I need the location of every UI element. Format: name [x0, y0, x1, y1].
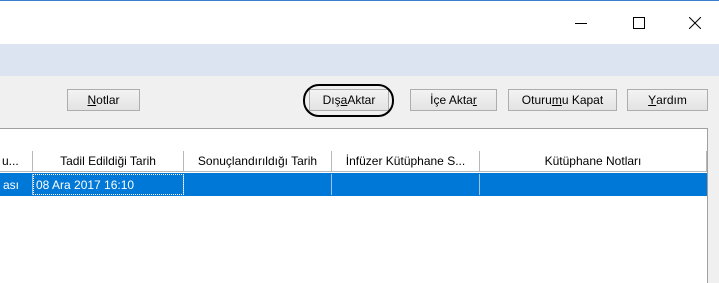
help-button[interactable]: Yardım — [627, 89, 708, 111]
close-icon — [689, 17, 701, 29]
table-cell-completed-date — [184, 174, 332, 195]
table-cell-infuser-library — [332, 174, 480, 195]
maximize-button[interactable] — [616, 7, 662, 39]
notes-button[interactable]: Notlar — [67, 89, 140, 111]
export-button[interactable]: Dış a Aktar — [309, 89, 389, 111]
focus-rectangle — [33, 174, 184, 195]
table-cell: ası — [0, 174, 33, 195]
close-button[interactable] — [672, 7, 718, 39]
minimize-icon — [575, 23, 587, 24]
maximize-icon — [633, 17, 645, 29]
column-header-completed-date[interactable]: Sonuçlandırıldığı Tarih — [184, 151, 332, 172]
logout-button[interactable]: Oturu m u Kapat — [508, 89, 617, 111]
table-cell-library-notes — [480, 174, 707, 195]
column-header-library-notes[interactable]: Kütüphane Notları — [480, 151, 707, 172]
column-header-infuser-library[interactable]: İnfüzer Kütüphane S... — [332, 151, 480, 172]
column-header-modified-date[interactable]: Tadil Edildiği Tarih — [33, 151, 184, 172]
title-bar — [0, 0, 719, 44]
minimize-button[interactable] — [558, 7, 604, 39]
import-button[interactable]: İçe Akta r — [410, 89, 497, 111]
header-band — [0, 44, 719, 76]
column-header[interactable]: u... — [0, 151, 33, 172]
